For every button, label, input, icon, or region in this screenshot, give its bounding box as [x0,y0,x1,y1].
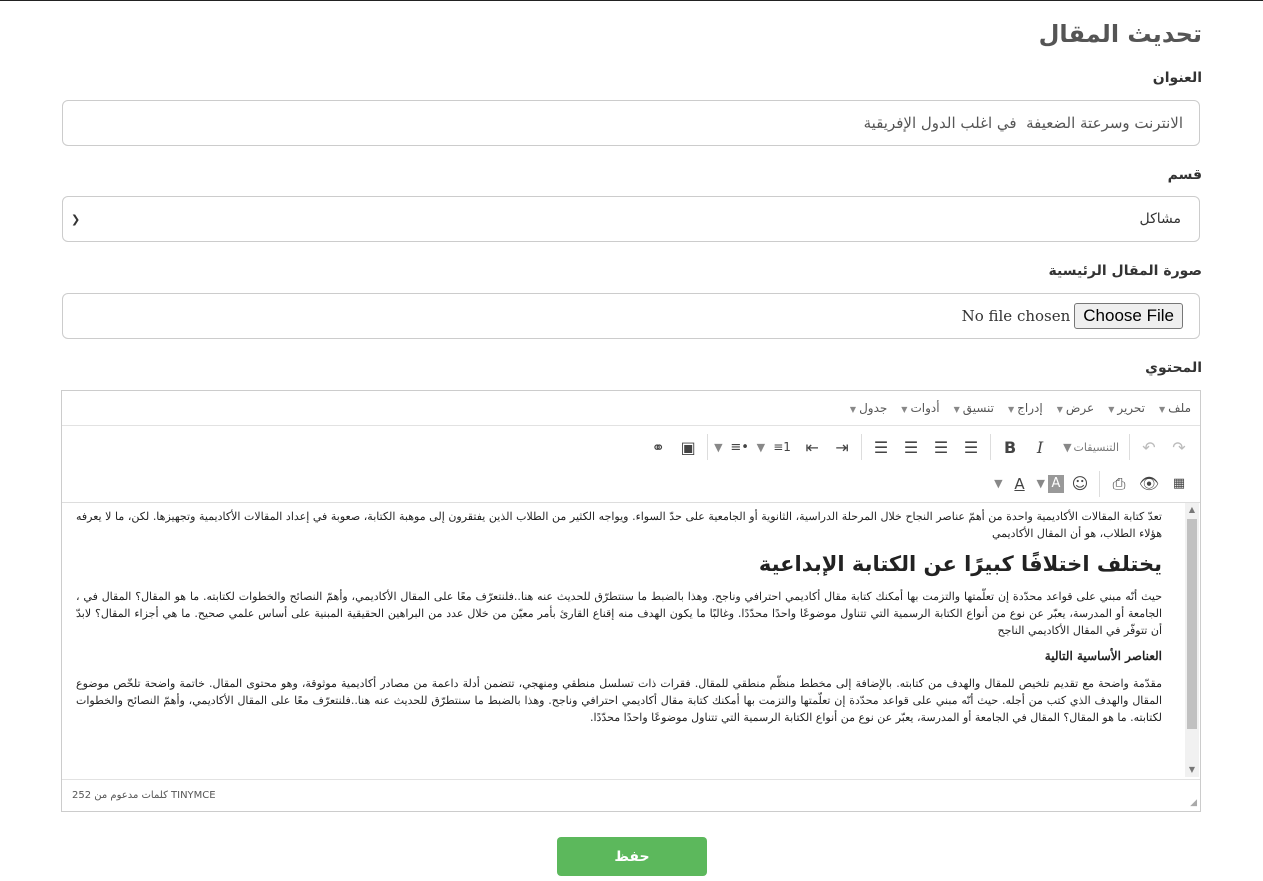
preview-icon[interactable]: 👁 [1135,470,1163,498]
word-count: 252 كلمات مدعوم من TINYMCE [72,790,216,801]
top-border [0,0,1263,1]
outdent-icon[interactable]: ⇤ [798,433,826,461]
chevron-down-icon[interactable]: ▼ [994,477,1002,490]
editor-statusbar: 252 كلمات مدعوم من TINYMCE [62,779,1200,811]
chevron-down-icon[interactable]: ▼ [1037,477,1045,490]
image-label: صورة المقال الرئيسية [1048,263,1203,279]
scrollbar-thumb[interactable] [1187,519,1197,729]
editor-toolbar-row-1: ↷ ↶ التنسيقات ▼ I B ☰ ☰ ☰ ☰ ⇥ ⇤ 1≡ ▼ •≡ ▼… [62,428,1200,466]
category-value: مشاكل [1139,211,1181,227]
align-left-icon[interactable]: ☰ [867,433,895,461]
menu-tools[interactable]: أدوات▼ [901,401,939,415]
emoticons-icon[interactable]: ☺ [1066,470,1094,498]
editor-content-area[interactable]: تعدّ كتابة المقالات الأكاديمية واحدة من … [62,503,1184,777]
page-title: تحديث المقال [1038,20,1202,48]
content-paragraph: حيث أنّه مبني على قواعد محدّدة إن تعلّمت… [76,590,1162,637]
image-file-input[interactable]: No file chosen Choose File [62,293,1200,339]
italic-icon[interactable]: I [1026,433,1054,461]
chevron-down-icon[interactable]: ▼ [757,441,765,454]
category-label: قسم [1167,167,1202,183]
choose-file-button[interactable]: Choose File [1074,303,1183,329]
editor-scrollbar[interactable]: ▲ ▼ [1185,503,1199,777]
image-icon[interactable]: ▣ [674,433,702,461]
formats-dropdown[interactable]: التنسيقات ▼ [1061,441,1119,454]
rich-text-editor[interactable]: ملف▼ تحرير▼ عرض▼ إدراج▼ تنسيق▼ أدوات▼ جد… [61,390,1201,812]
content-label: المحتوي [1145,360,1202,376]
undo-icon[interactable]: ↶ [1135,433,1163,461]
content-subheading: العناصر الأساسية التالية [1044,649,1162,663]
align-justify-icon[interactable]: ☰ [957,433,985,461]
editor-menubar: ملف▼ تحرير▼ عرض▼ إدراج▼ تنسيق▼ أدوات▼ جد… [62,391,1200,426]
menu-edit[interactable]: تحرير▼ [1108,401,1145,415]
media-icon[interactable]: ▦ [1165,470,1193,498]
title-input[interactable] [62,100,1200,146]
bullet-list-icon[interactable]: •≡ [726,433,754,461]
numbered-list-icon[interactable]: 1≡ [768,433,796,461]
print-icon[interactable]: ⎙ [1105,470,1133,498]
menu-insert[interactable]: إدراج▼ [1008,401,1043,415]
content-paragraph: مقدّمة واضحة مع تقديم تلخيص للمقال والهد… [76,677,1162,724]
menu-file[interactable]: ملف▼ [1159,401,1191,415]
indent-icon[interactable]: ⇥ [828,433,856,461]
chevron-down-icon[interactable]: ▼ [714,441,722,454]
file-status: No file chosen [961,307,1071,325]
title-label: العنوان [1152,70,1202,86]
background-color-icon[interactable]: A [1048,474,1064,493]
menu-view[interactable]: عرض▼ [1057,401,1094,415]
resize-handle-icon[interactable]: ◢ [1190,798,1197,808]
editor-toolbar-row-2: ▦ 👁 ⎙ ☺ A ▼ A ▼ [62,465,1200,503]
align-center-icon[interactable]: ☰ [897,433,925,461]
menu-table[interactable]: جدول▼ [850,401,887,415]
scroll-down-icon[interactable]: ▼ [1185,763,1199,777]
save-button[interactable]: حفظ [557,837,707,876]
chevron-down-icon: ❯ [71,212,81,226]
text-color-icon[interactable]: A [1006,470,1034,498]
content-heading: يختلف اختلافًا كبيرًا عن الكتابة الإبداع… [758,552,1162,576]
scroll-up-icon[interactable]: ▲ [1185,503,1199,517]
category-select[interactable]: ❯ مشاكل [62,196,1200,242]
menu-format[interactable]: تنسيق▼ [954,401,994,415]
link-icon[interactable]: ⚭ [644,433,672,461]
align-right-icon[interactable]: ☰ [927,433,955,461]
bold-icon[interactable]: B [996,433,1024,461]
redo-icon[interactable]: ↷ [1165,433,1193,461]
content-paragraph: تعدّ كتابة المقالات الأكاديمية واحدة من … [76,510,1162,540]
